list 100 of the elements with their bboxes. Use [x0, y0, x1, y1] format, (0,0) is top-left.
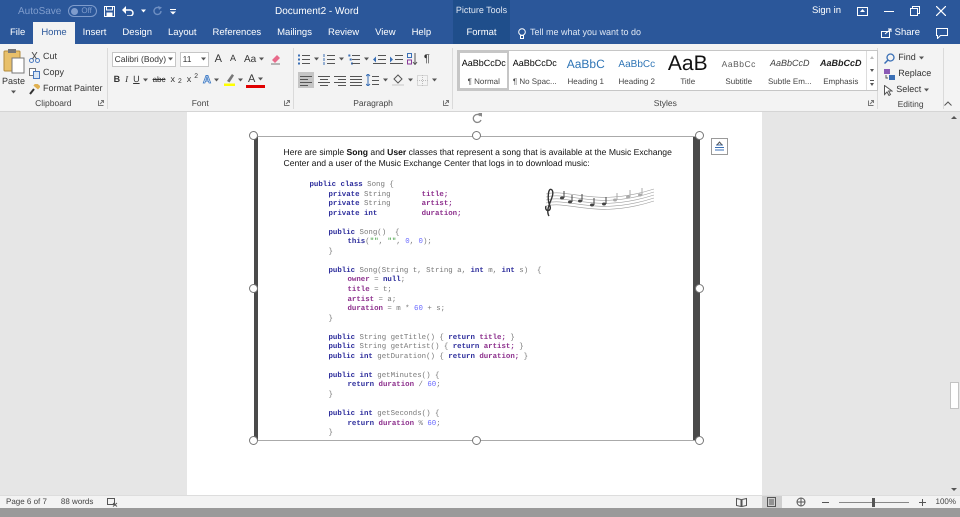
caret-icon[interactable] — [924, 88, 930, 92]
align-left-button[interactable] — [298, 72, 314, 88]
picture-frame[interactable] — [254, 136, 700, 441]
style-item[interactable]: AaBbCc Heading 2 — [611, 51, 662, 90]
proofing-icon[interactable] — [107, 498, 118, 506]
scroll-up-icon[interactable] — [950, 114, 958, 120]
ribbon-tab[interactable]: Review — [320, 22, 368, 44]
ribbon-tab[interactable]: Insert — [74, 22, 114, 44]
print-layout-button[interactable] — [762, 496, 782, 508]
caret-icon[interactable] — [432, 78, 437, 82]
italic-button[interactable]: I — [123, 72, 130, 88]
ribbon-tab[interactable]: Format — [453, 22, 510, 44]
ribbon-tab[interactable]: Layout — [160, 22, 205, 44]
style-item[interactable]: AaBbCcDc ¶ No Spac... — [509, 51, 560, 90]
sign-in-link[interactable]: Sign in — [812, 4, 841, 18]
resize-handle[interactable] — [248, 436, 258, 445]
show-formatting-marks-button[interactable]: ¶ — [422, 51, 432, 67]
resize-handle[interactable] — [248, 284, 258, 292]
increase-indent-icon[interactable] — [390, 54, 403, 64]
dialog-launcher-icon[interactable] — [284, 100, 290, 106]
caret-icon[interactable] — [140, 9, 146, 13]
bold-button[interactable]: B — [112, 72, 122, 88]
align-right-icon[interactable] — [334, 74, 346, 86]
dialog-launcher-icon[interactable] — [868, 100, 874, 106]
dialog-launcher-icon[interactable] — [98, 100, 104, 106]
rotate-handle-icon[interactable] — [470, 112, 482, 124]
save-icon[interactable] — [104, 6, 115, 16]
comments-icon[interactable] — [936, 28, 948, 38]
dialog-launcher-icon[interactable] — [443, 100, 450, 106]
page-count[interactable]: Page 6 of 7 — [6, 496, 47, 508]
find-button[interactable]: Find — [882, 50, 934, 66]
ribbon-tab[interactable]: Mailings — [269, 22, 320, 44]
font-color-button[interactable]: A — [246, 72, 266, 88]
decrease-indent-icon[interactable] — [372, 54, 386, 64]
numbering-icon[interactable] — [322, 54, 335, 64]
sort-icon[interactable] — [406, 53, 418, 65]
close-icon[interactable] — [936, 6, 946, 16]
highlight-button[interactable] — [222, 72, 245, 88]
select-button[interactable]: Select — [882, 82, 934, 98]
caret-icon[interactable] — [338, 57, 344, 61]
ribbon-tab[interactable]: References — [204, 22, 270, 44]
restore-icon[interactable] — [910, 6, 920, 16]
clear-formatting-icon[interactable] — [270, 54, 282, 64]
subscript-button[interactable]: x$_{2}$ — [168, 72, 184, 88]
undo-icon[interactable] — [122, 6, 134, 16]
zoom-slider-thumb[interactable] — [872, 498, 876, 506]
line-spacing-icon[interactable] — [366, 74, 379, 86]
customize-toolbar-icon[interactable] — [170, 8, 176, 14]
grow-font-button[interactable]: A — [212, 51, 224, 67]
style-item[interactable]: AaBbCcDc ¶ Normal — [458, 51, 510, 90]
ribbon-tab[interactable]: Help — [404, 22, 440, 44]
resize-handle[interactable] — [472, 436, 480, 445]
layout-options-icon[interactable] — [710, 138, 728, 155]
resize-handle[interactable] — [694, 131, 704, 140]
caret-icon[interactable] — [259, 57, 264, 61]
bullets-icon[interactable] — [298, 54, 310, 64]
word-count[interactable]: 88 words — [60, 496, 94, 508]
style-item[interactable]: AaB Title — [662, 51, 714, 90]
ribbon-tab[interactable]: File — [2, 22, 34, 44]
caret-icon[interactable] — [214, 78, 219, 82]
underline-button[interactable]: U — [131, 72, 150, 88]
justify-icon[interactable] — [350, 74, 362, 86]
change-case-button[interactable]: Aa — [242, 51, 266, 67]
cut-button[interactable]: Cut — [27, 49, 105, 65]
caret-icon[interactable] — [314, 57, 319, 61]
shading-icon[interactable] — [392, 74, 404, 86]
caret-icon[interactable] — [200, 57, 206, 61]
caret-icon[interactable] — [11, 90, 16, 94]
style-item[interactable]: AaBbC Heading 1 — [560, 51, 612, 90]
caret-icon[interactable] — [408, 78, 413, 82]
ribbon-tab[interactable]: Home — [33, 22, 75, 44]
zoom-in-icon[interactable] — [918, 498, 926, 506]
ribbon-display-options-icon[interactable] — [857, 6, 868, 16]
caret-icon[interactable] — [258, 76, 264, 80]
multilevel-list-icon[interactable] — [348, 54, 360, 64]
ribbon-tab[interactable]: Design — [114, 22, 160, 44]
caret-icon[interactable] — [238, 78, 243, 82]
zoom-level[interactable]: 100% — [936, 496, 956, 508]
shrink-font-button[interactable]: A — [228, 51, 238, 67]
align-center-icon[interactable] — [318, 74, 330, 86]
style-item[interactable]: AaBbCcD Subtle Em... — [764, 51, 816, 90]
font-name-field[interactable]: Calibri (Body) — [112, 52, 176, 66]
caret-icon[interactable] — [364, 57, 369, 61]
replace-button[interactable]: Replace — [882, 66, 934, 82]
font-size-field[interactable]: 11 — [180, 52, 209, 66]
format-painter-button[interactable]: Format Painter — [27, 81, 105, 97]
resize-handle[interactable] — [694, 436, 704, 445]
caret-icon[interactable] — [142, 78, 148, 82]
superscript-button[interactable]: x$^{2}$ — [184, 72, 200, 88]
resize-handle[interactable] — [472, 131, 480, 140]
caret-icon[interactable] — [382, 78, 388, 82]
collapse-ribbon-icon[interactable] — [944, 101, 952, 106]
paste-button[interactable]: Paste — [0, 48, 28, 97]
style-item[interactable]: AaBbCc Subtitle — [713, 51, 764, 90]
tell-me-field[interactable]: Tell me what you want to do — [530, 26, 730, 40]
scroll-down-icon[interactable] — [950, 487, 958, 493]
ribbon-tab[interactable]: View — [367, 22, 404, 44]
scrollbar-thumb[interactable] — [950, 382, 959, 409]
caret-icon[interactable] — [918, 56, 924, 60]
style-item[interactable]: AaBbCcD Emphasis — [815, 51, 866, 90]
